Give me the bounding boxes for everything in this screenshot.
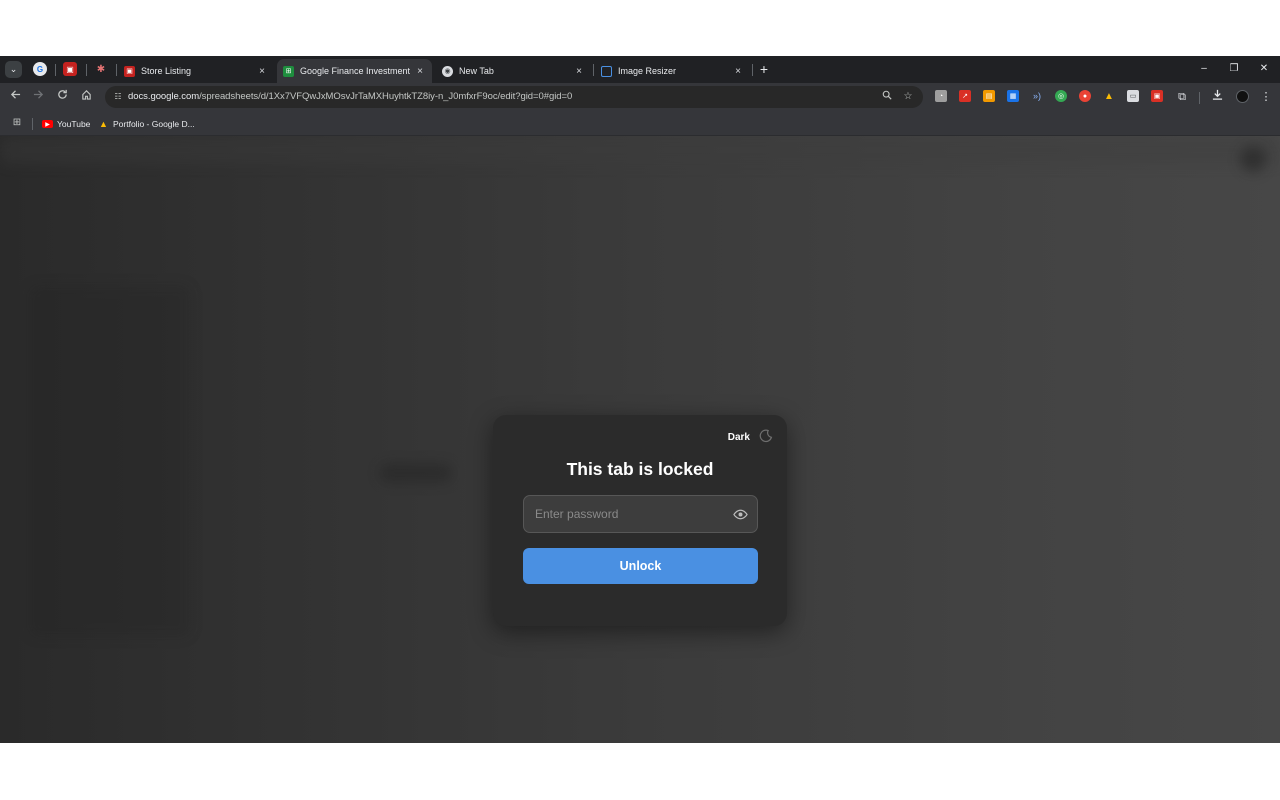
url-text: docs.google.com/spreadsheets/d/1Xx7VFQwJ… <box>128 91 572 102</box>
toolbar: ☷ docs.google.com/spreadsheets/d/1Xx7VFQ… <box>0 83 1280 112</box>
extension-icon[interactable]: ») <box>1031 90 1043 102</box>
bookmark-portfolio[interactable]: ▲ Portfolio - Google D... <box>98 116 195 132</box>
crop-icon <box>601 65 612 77</box>
chrome-icon: ◉ <box>442 65 453 77</box>
plus-icon: + <box>759 61 769 77</box>
unlock-button[interactable]: Unlock <box>523 548 758 584</box>
home-icon <box>81 90 91 100</box>
extension-icon[interactable]: ▦ <box>1007 90 1019 102</box>
minimize-button[interactable]: – <box>1196 61 1212 77</box>
blurred-element <box>30 286 190 636</box>
apps-grid-icon[interactable]: ⊞ <box>11 117 23 129</box>
extension-icon[interactable]: ▭ <box>1127 90 1139 102</box>
pinned-tab-bug[interactable]: ✱ <box>94 62 108 76</box>
extension-icon[interactable]: ▤ <box>983 90 995 102</box>
tab-separator <box>116 64 117 76</box>
image-icon: ▣ <box>66 64 74 74</box>
extension-icon[interactable]: ▣ <box>1151 90 1163 102</box>
theme-label: Dark <box>727 432 750 443</box>
toolbar-separator <box>1199 92 1200 104</box>
profile-avatar[interactable] <box>1234 89 1250 105</box>
bookmark-star-icon[interactable]: ☆ <box>901 90 915 104</box>
password-input[interactable] <box>524 496 724 532</box>
bug-icon: ✱ <box>96 63 106 75</box>
close-icon[interactable]: × <box>414 66 426 77</box>
reload-icon <box>57 89 67 99</box>
url-path: /spreadsheets/d/1Xx7VFQwJxMOsvJrTaMXHuyh… <box>199 91 573 102</box>
tab-strip: ⌄ G ▣ ✱ ▣ Store Listing × ⊞ Google Finan… <box>0 56 1280 83</box>
tab-new-tab[interactable]: ◉ New Tab × <box>436 59 591 83</box>
extension-icon[interactable]: ◎ <box>1055 90 1067 102</box>
tab-google-finance[interactable]: ⊞ Google Finance Investment Tra × <box>277 59 432 83</box>
pinned-tab-google[interactable]: G <box>33 62 47 76</box>
tab-title: Store Listing <box>141 66 192 76</box>
bookmark-separator <box>32 118 33 130</box>
blurred-avatar <box>1240 146 1266 172</box>
url-host: docs.google.com <box>128 91 200 102</box>
close-icon[interactable]: × <box>573 66 585 77</box>
google-icon: G <box>36 64 44 74</box>
sheets-icon: ⊞ <box>283 65 294 77</box>
lock-dialog: Dark This tab is locked Unlock <box>493 415 787 626</box>
blurred-element <box>380 464 452 482</box>
tab-title: Image Resizer <box>618 66 677 76</box>
eye-icon <box>732 509 748 519</box>
drive-icon: ▲ <box>99 119 108 129</box>
menu-kebab-icon[interactable]: ⋮ <box>1258 89 1274 105</box>
extension-icon[interactable]: ↗ <box>959 90 971 102</box>
new-tab-button[interactable]: + <box>757 60 771 78</box>
tab-store-listing[interactable]: ▣ Store Listing × <box>118 59 274 83</box>
restore-icon: ❐ <box>1229 63 1239 74</box>
close-window-button[interactable]: ✕ <box>1256 61 1272 77</box>
tab-separator <box>55 64 56 76</box>
zoom-icon[interactable] <box>880 90 894 104</box>
password-field-wrapper <box>523 495 758 533</box>
tab-separator <box>752 64 753 76</box>
bookmark-label: Portfolio - Google D... <box>113 119 195 129</box>
forward-button[interactable] <box>30 89 46 105</box>
extension-icon[interactable]: ▲ <box>1103 90 1115 102</box>
tab-separator <box>593 64 594 76</box>
bookmark-label: YouTube <box>57 119 91 129</box>
show-password-button[interactable] <box>732 506 748 522</box>
address-bar[interactable]: ☷ docs.google.com/spreadsheets/d/1Xx7VFQ… <box>105 86 923 108</box>
close-icon[interactable]: × <box>732 66 744 77</box>
extension-icon[interactable]: ● <box>1079 90 1091 102</box>
blurred-header <box>0 136 1280 164</box>
bookmark-youtube[interactable]: ▶ YouTube <box>42 116 90 132</box>
tab-separator <box>86 64 87 76</box>
site-info-icon[interactable]: ☷ <box>111 90 125 104</box>
back-button[interactable] <box>7 89 23 105</box>
extensions-puzzle-icon[interactable]: ⧉ <box>1174 89 1190 105</box>
tab-title: New Tab <box>459 66 494 76</box>
tab-search-button[interactable]: ⌄ <box>5 61 22 78</box>
pinned-tab-image[interactable]: ▣ <box>63 62 77 76</box>
locked-page-overlay: Dark This tab is locked Unlock <box>0 136 1280 743</box>
reload-button[interactable] <box>54 89 70 105</box>
bookmarks-bar: ⊞ ▶ YouTube ▲ Portfolio - Google D... <box>0 112 1280 136</box>
arrow-right-icon <box>33 90 43 99</box>
lock-title: This tab is locked <box>566 459 714 479</box>
extension-icon[interactable]: ◔ <box>935 90 947 102</box>
home-button[interactable] <box>78 89 94 105</box>
close-icon[interactable]: × <box>256 66 268 77</box>
restore-button[interactable]: ❐ <box>1226 61 1242 77</box>
chevron-down-icon: ⌄ <box>9 64 18 74</box>
theme-toggle-button[interactable] <box>758 428 774 444</box>
tab-title: Google Finance Investment Tra <box>300 66 410 76</box>
image-icon: ▣ <box>124 65 135 77</box>
arrow-left-icon <box>10 90 20 99</box>
tab-image-resizer[interactable]: Image Resizer × <box>595 59 750 83</box>
minimize-icon: – <box>1201 63 1207 74</box>
download-icon[interactable] <box>1209 89 1225 105</box>
close-icon: ✕ <box>1259 63 1269 74</box>
youtube-icon: ▶ <box>42 120 53 128</box>
browser-window: ⌄ G ▣ ✱ ▣ Store Listing × ⊞ Google Finan… <box>0 56 1280 743</box>
moon-icon <box>759 429 773 443</box>
